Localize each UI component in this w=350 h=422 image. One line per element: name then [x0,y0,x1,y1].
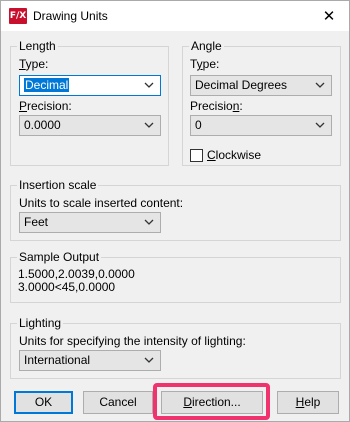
length-type-value: Decimal [24,78,70,92]
angle-type-value: Decimal Degrees [195,78,288,92]
angle-precision-select[interactable]: 0 [190,115,332,136]
length-type-select[interactable]: Decimal [19,75,161,96]
sample-output-line-2: 3.0000<45,0.0000 [18,280,116,294]
lighting-units-label: Units for specifying the intensity of li… [19,334,246,348]
insertion-units-value: Feet [24,215,49,229]
lighting-group: Lighting Units for specifying the intens… [10,316,341,379]
lighting-title: Lighting [17,316,64,330]
sample-output-group: Sample Output 1.5000,2.0039,0.0000 3.000… [10,250,341,303]
insertion-units-label: Units to scale inserted content: [19,196,184,210]
length-precision-label: Precision: [19,99,72,113]
length-precision-select[interactable]: 0.0000 [19,115,161,136]
help-button[interactable]: Help [277,391,339,414]
cancel-button[interactable]: Cancel [83,391,153,414]
angle-type-label: Type: [190,57,220,71]
chevron-down-icon [315,122,325,128]
length-type-label: Type: [19,57,49,71]
lighting-units-value: International [24,353,91,367]
length-precision-value: 0.0000 [24,118,61,132]
direction-button[interactable]: Direction... [161,391,263,414]
length-group-title: Length [17,39,58,53]
ok-button[interactable]: OK [14,391,73,414]
chevron-down-icon [315,82,325,88]
length-group: Length Type: Decimal Precision: 0.0000 [10,39,169,166]
sample-output-title: Sample Output [17,250,102,264]
close-button[interactable]: ✕ [315,4,343,28]
chevron-down-icon [144,82,154,88]
insertion-scale-group: Insertion scale Units to scale inserted … [10,178,341,241]
window-title: Drawing Units [33,9,108,23]
insertion-units-select[interactable]: Feet [19,212,161,233]
chevron-down-icon [144,357,154,363]
clockwise-checkbox[interactable] [190,149,203,162]
angle-type-select[interactable]: Decimal Degrees [190,75,332,96]
drawing-units-dialog: F/X Drawing Units ✕ Length Type: Decimal… [0,0,350,422]
clockwise-label[interactable]: Clockwise [207,148,261,162]
title-bar: F/X Drawing Units ✕ [1,1,349,31]
app-logo-icon: F/X [9,8,27,24]
insertion-scale-title: Insertion scale [17,178,99,192]
chevron-down-icon [144,219,154,225]
angle-precision-label: Precision: [190,99,243,113]
chevron-down-icon [144,122,154,128]
angle-group: Angle Type: Decimal Degrees Precision: 0… [182,39,341,166]
lighting-units-select[interactable]: International [19,350,161,371]
angle-group-title: Angle [189,39,224,53]
angle-precision-value: 0 [195,118,202,132]
